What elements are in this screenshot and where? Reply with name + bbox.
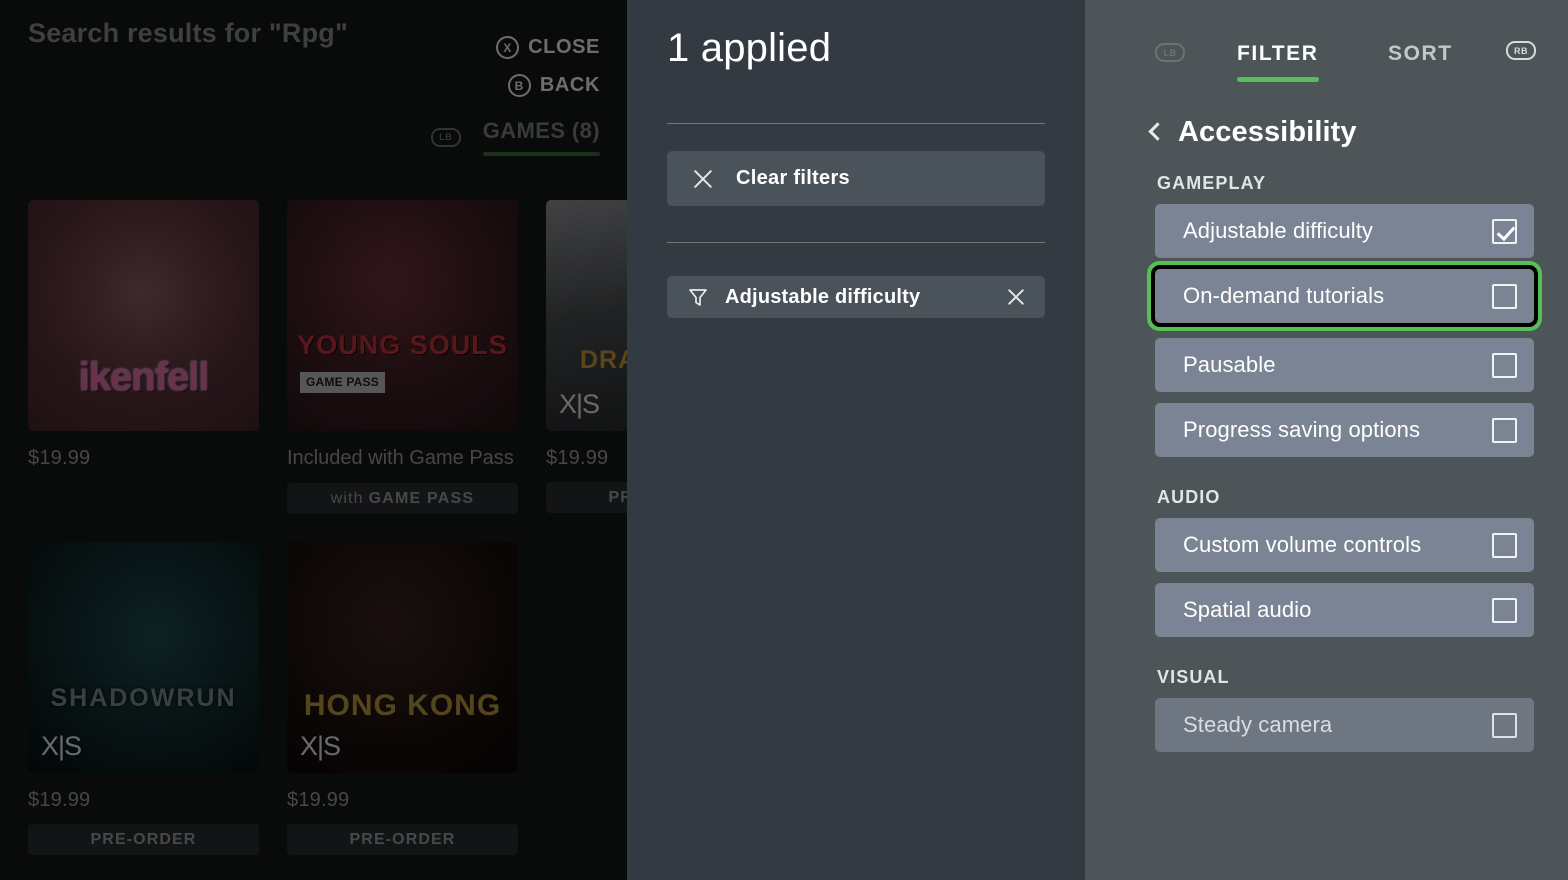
filter-option-spatial-audio[interactable]: Spatial audio [1155, 583, 1534, 637]
lb-bumper-icon: LB [431, 128, 461, 147]
game-card[interactable]: SHADOWRUN X|S $19.99 PRE-ORDER [28, 542, 259, 855]
game-card[interactable]: DRA X|S $19.99 PRE-ORDER [546, 200, 627, 514]
xbox-store-filter-screen: Search results for "Rpg" X CLOSE B BACK … [0, 0, 1568, 880]
close-icon [692, 168, 714, 190]
game-availability: Included with Game Pass [287, 445, 518, 471]
x-button-glyph-icon: X [496, 36, 519, 59]
checkbox-icon[interactable] [1492, 598, 1517, 623]
game-card-art: SHADOWRUN X|S [28, 542, 259, 773]
game-card[interactable]: YOUNG SOULS GAME PASS Included with Game… [287, 200, 518, 514]
game-pass-badge: GAME PASS [300, 372, 385, 393]
tab-sort-label: SORT [1388, 42, 1453, 65]
filter-category-title: Accessibility [1178, 116, 1357, 149]
remove-filter-icon[interactable] [1005, 286, 1027, 308]
filter-option-label: Steady camera [1183, 712, 1492, 738]
tab-games[interactable]: GAMES (8) [483, 118, 600, 156]
game-cta-button[interactable]: with GAME PASS [287, 483, 518, 514]
checkbox-icon[interactable] [1492, 284, 1517, 309]
clear-filters-button[interactable]: Clear filters [667, 151, 1045, 206]
b-button-glyph-icon: B [508, 74, 531, 97]
tab-active-underline [483, 152, 600, 156]
results-tabs: LB GAMES (8) [431, 118, 600, 156]
checkbox-icon[interactable] [1492, 418, 1517, 443]
game-art-image [287, 200, 518, 431]
close-hint-label: CLOSE [528, 36, 600, 59]
filter-option-label: Adjustable difficulty [1183, 218, 1492, 244]
filter-option-label: On-demand tutorials [1183, 283, 1492, 309]
game-cta-button[interactable]: PRE-ORDER [287, 824, 518, 855]
divider-bottom [667, 242, 1045, 243]
filter-option-label: Custom volume controls [1183, 532, 1492, 558]
checkbox-checked-icon[interactable] [1492, 219, 1517, 244]
game-price: $19.99 [28, 447, 259, 470]
series-xs-badge: X|S [300, 731, 340, 762]
funnel-icon [687, 286, 709, 308]
filter-option-progress-saving-options[interactable]: Progress saving options [1155, 403, 1534, 457]
applied-count-label: 1 applied [667, 26, 1045, 71]
back-hint-label: BACK [540, 74, 600, 97]
filter-option-on-demand-tutorials[interactable]: On-demand tutorials [1155, 269, 1534, 323]
game-price: $19.99 [546, 447, 627, 470]
divider-top [667, 123, 1045, 124]
game-price: $19.99 [287, 789, 518, 812]
filter-option-label: Progress saving options [1183, 417, 1492, 443]
search-results-panel: Search results for "Rpg" X CLOSE B BACK … [0, 0, 627, 880]
game-cta-prefix: with [331, 490, 364, 508]
lb-bumper-icon: LB [1155, 43, 1185, 62]
filter-option-pausable[interactable]: Pausable [1155, 338, 1534, 392]
game-cta-label: GAME PASS [369, 490, 475, 508]
checkbox-icon[interactable] [1492, 713, 1517, 738]
close-hint[interactable]: X CLOSE [496, 36, 600, 59]
game-card-art: DRA X|S [546, 200, 627, 431]
rb-bumper-icon: RB [1506, 41, 1536, 60]
filter-option-label: Pausable [1183, 352, 1492, 378]
checkbox-icon[interactable] [1492, 353, 1517, 378]
tab-sort[interactable]: SORT [1388, 42, 1453, 82]
filter-option-adjustable-difficulty[interactable]: Adjustable difficulty [1155, 204, 1534, 258]
game-card-art: HONG KONG X|S [287, 542, 518, 773]
game-price: $19.99 [28, 789, 259, 812]
game-card-art: ikenfell [28, 200, 259, 431]
series-xs-badge: X|S [41, 731, 81, 762]
game-card-grid: ikenfell $19.99 YOUNG SOULS GAME PASS In… [28, 200, 627, 855]
game-card-art: YOUNG SOULS GAME PASS [287, 200, 518, 431]
group-label-audio: AUDIO [1157, 487, 1534, 508]
filter-category-header[interactable]: Accessibility [1085, 116, 1568, 149]
applied-filter-label: Adjustable difficulty [725, 286, 989, 309]
scroll-fade-overlay [1085, 840, 1568, 880]
tab-games-label: GAMES (8) [483, 118, 600, 143]
game-card[interactable]: HONG KONG X|S $19.99 PRE-ORDER [287, 542, 518, 855]
game-cta-button[interactable]: PRE-ORDER [546, 482, 627, 513]
series-xs-badge: X|S [559, 389, 599, 420]
game-art-image [28, 200, 259, 431]
tab-filter[interactable]: FILTER [1237, 42, 1319, 82]
page-title: Search results for "Rpg" [28, 18, 348, 49]
tab-active-underline [1237, 77, 1319, 82]
clear-filters-label: Clear filters [736, 167, 850, 190]
filter-option-custom-volume-controls[interactable]: Custom volume controls [1155, 518, 1534, 572]
filter-option-label: Spatial audio [1183, 597, 1492, 623]
filter-options-panel: LB FILTER SORT RB Accessibility GAMEPLAY… [1085, 0, 1568, 880]
tab-filter-label: FILTER [1237, 42, 1319, 65]
filter-sort-tabbar: LB FILTER SORT RB [1085, 0, 1568, 100]
group-label-visual: VISUAL [1157, 667, 1534, 688]
filter-option-steady-camera[interactable]: Steady camera [1155, 698, 1534, 752]
applied-filters-panel: 1 applied Clear filters Adjustable diffi… [627, 0, 1085, 880]
applied-filter-chip[interactable]: Adjustable difficulty [667, 276, 1045, 318]
game-card[interactable]: ikenfell $19.99 [28, 200, 259, 514]
group-label-gameplay: GAMEPLAY [1157, 173, 1534, 194]
game-cta-button[interactable]: PRE-ORDER [28, 824, 259, 855]
filter-options-list: GAMEPLAY Adjustable difficulty On-demand… [1085, 173, 1568, 752]
checkbox-icon[interactable] [1492, 533, 1517, 558]
chevron-left-icon[interactable] [1148, 122, 1166, 140]
back-hint[interactable]: B BACK [508, 74, 600, 97]
